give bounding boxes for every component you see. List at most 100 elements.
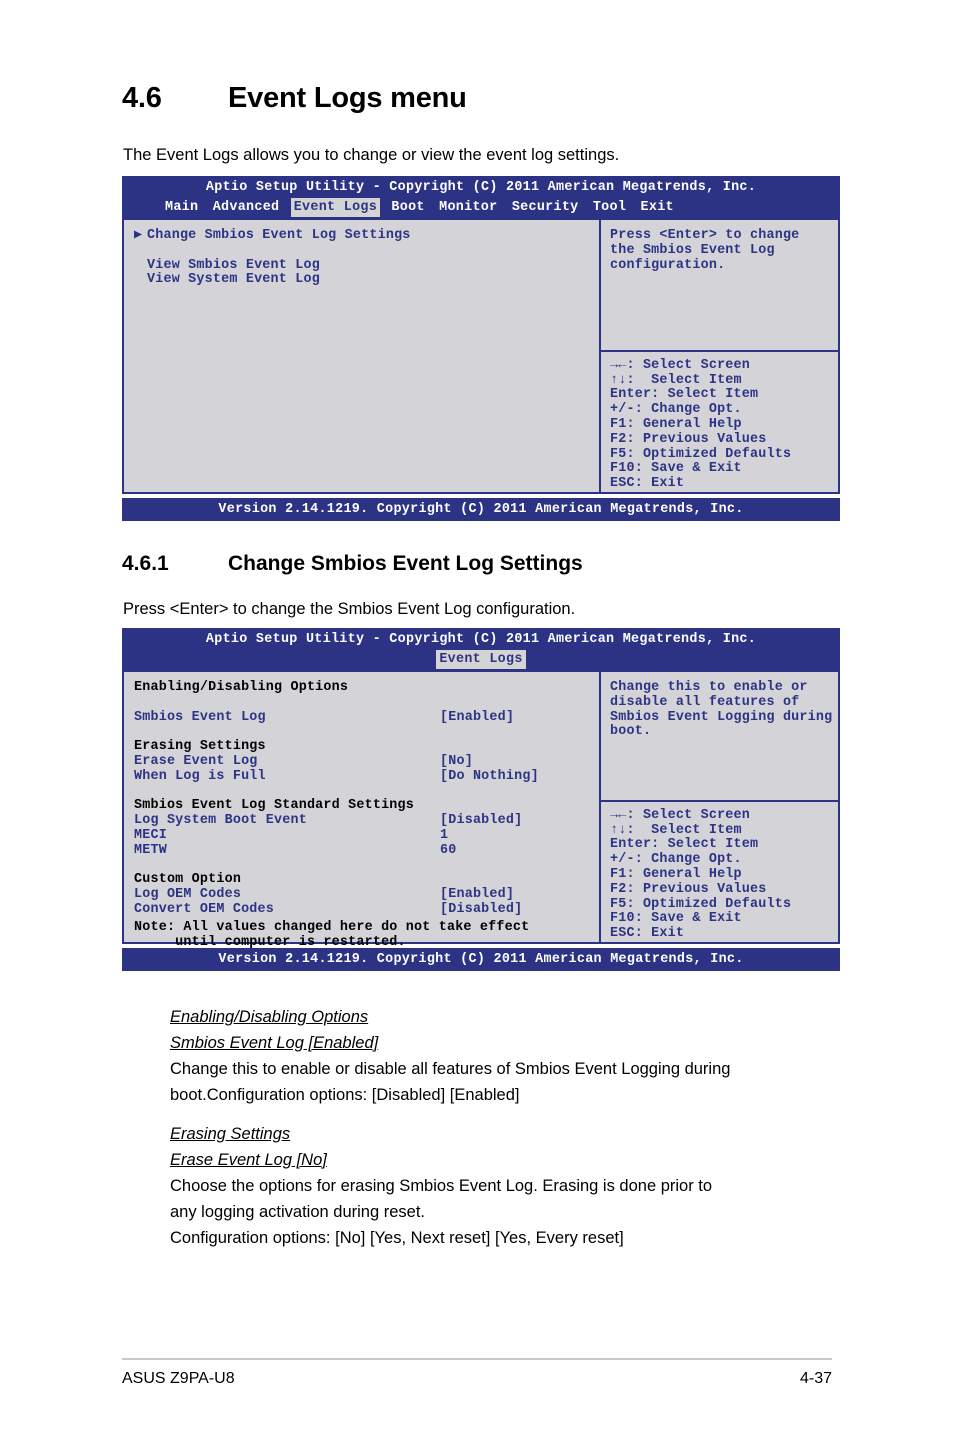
help-line: the Smbios Event Log <box>610 242 775 258</box>
setting-row-log-oem-codes[interactable]: Log OEM Codes [Enabled] <box>134 887 599 903</box>
description-item: Erase Event Log [No] <box>170 1151 327 1169</box>
bios-menu-items: Main Advanced Event Logs Boot Monitor Se… <box>162 198 677 217</box>
setting-row-metw[interactable]: METW 60 <box>134 842 599 859</box>
footer-divider <box>122 1358 832 1360</box>
bios-item-view-smbios-log[interactable]: View Smbios Event Log <box>134 257 599 274</box>
menu-item-main[interactable]: Main <box>162 198 201 217</box>
help-line: Smbios Event Logging during <box>610 709 833 725</box>
nav-key-select-screen: →←: Select Screen <box>610 807 751 823</box>
bios-body: ▶ Change Smbios Event Log Settings View S… <box>122 220 840 494</box>
bios-menu-items: Event Logs <box>122 650 840 669</box>
setting-label: MECI <box>134 827 167 843</box>
nav-key-f2: F2: Previous Values <box>610 881 767 897</box>
setting-value: [No] <box>440 753 473 769</box>
menu-item-event-logs[interactable]: Event Logs <box>290 198 381 217</box>
menu-item-event-logs[interactable]: Event Logs <box>436 650 526 669</box>
setting-label: Log OEM Codes <box>134 887 242 903</box>
description-line: Change this to enable or disable all fea… <box>170 1060 731 1078</box>
group-heading-enabling-disabling: Enabling/Disabling Options <box>134 680 349 695</box>
subsection-number: 4.6.1 <box>122 552 169 575</box>
menu-item-boot[interactable]: Boot <box>388 198 427 217</box>
description-item: Smbios Event Log [Enabled] <box>170 1034 379 1052</box>
nav-key-select-item: ↑↓: Select Item <box>610 372 742 388</box>
setting-value: [Disabled] <box>440 901 523 917</box>
bios-settings-panel: Enabling/Disabling Options Smbios Event … <box>124 672 599 949</box>
setting-row-when-log-is-full[interactable]: When Log is Full [Do Nothing] <box>134 768 599 785</box>
nav-key-enter: Enter: Select Item <box>610 387 759 403</box>
page-title: 4.6 Event Logs menu <box>122 82 467 115</box>
setting-row-meci[interactable]: MECI 1 <box>134 827 599 844</box>
subsection-title: 4.6.1 Change Smbios Event Log Settings <box>122 552 583 576</box>
bios-help-panel: Press <Enter> to change the Smbios Event… <box>599 220 838 492</box>
document-page: 4.6 Event Logs menu The Event Logs allows… <box>0 0 954 1438</box>
nav-key-f10: F10: Save & Exit <box>610 911 742 927</box>
setting-label: Smbios Event Log <box>134 709 266 725</box>
description-heading: Erasing Settings <box>170 1125 291 1143</box>
help-line: disable all features of <box>610 694 800 710</box>
nav-key-select-item: ↑↓: Select Item <box>610 822 742 838</box>
help-line: boot. <box>610 724 652 740</box>
bios-title-bar: Aptio Setup Utility - Copyright (C) 2011… <box>122 176 840 198</box>
nav-key-f5: F5: Optimized Defaults <box>610 896 792 912</box>
menu-item-security[interactable]: Security <box>509 198 582 217</box>
bios-item-label: View Smbios Event Log <box>147 257 320 273</box>
description-erasing-settings: Erasing Settings Erase Event Log [No] Ch… <box>170 1121 860 1251</box>
bios-item-label: Change Smbios Event Log Settings <box>147 228 411 243</box>
submenu-arrow-icon: ▶ <box>134 228 143 243</box>
nav-key-enter: Enter: Select Item <box>610 837 759 853</box>
bios-menu-bar: Main Advanced Event Logs Boot Monitor Se… <box>122 198 840 220</box>
setting-label: Erase Event Log <box>134 753 258 769</box>
bios-blank-row <box>134 244 599 259</box>
setting-row-erase-event-log[interactable]: Erase Event Log [No] <box>134 753 599 770</box>
bios-body: Enabling/Disabling Options Smbios Event … <box>122 672 840 949</box>
description-line: Configuration options: [No] [Yes, Next r… <box>170 1229 624 1247</box>
nav-key-f1: F1: General Help <box>610 417 742 433</box>
group-heading-erasing-settings: Erasing Settings <box>134 739 266 755</box>
bios-menu-bar: Event Logs <box>122 650 840 672</box>
subsection-intro: Press <Enter> to change the Smbios Event… <box>123 600 576 618</box>
nav-key-esc: ESC: Exit <box>610 476 685 492</box>
bios-note-line: until computer is restarted. <box>134 934 406 950</box>
section-intro: The Event Logs allows you to change or v… <box>123 146 620 164</box>
menu-item-exit[interactable]: Exit <box>638 198 677 217</box>
nav-key-f10: F10: Save & Exit <box>610 461 742 477</box>
setting-value: 1 <box>440 827 449 843</box>
subsection-title-text: Change Smbios Event Log Settings <box>228 552 583 575</box>
section-title: Event Logs menu <box>228 82 467 114</box>
menu-item-advanced[interactable]: Advanced <box>210 198 283 217</box>
setting-value: 60 <box>440 842 457 858</box>
nav-key-change-opt: +/-: Change Opt. <box>610 852 742 868</box>
bios-help-text: Press <Enter> to change the Smbios Event… <box>601 220 838 273</box>
description-heading: Enabling/Disabling Options <box>170 1008 369 1026</box>
nav-key-f5: F5: Optimized Defaults <box>610 446 792 462</box>
menu-item-tool[interactable]: Tool <box>590 198 629 217</box>
setting-label: METW <box>134 842 167 858</box>
bios-version-footer: Version 2.14.1219. Copyright (C) 2011 Am… <box>122 948 840 971</box>
section-number: 4.6 <box>122 82 162 114</box>
setting-label: Convert OEM Codes <box>134 901 275 917</box>
setting-row-smbios-event-log[interactable]: Smbios Event Log [Enabled] <box>134 709 599 726</box>
setting-row-convert-oem-codes[interactable]: Convert OEM Codes [Disabled] <box>134 901 599 918</box>
bios-nav-keys: →←: Select Screen ↑↓: Select Item Enter:… <box>601 799 839 942</box>
bios-item-label: View System Event Log <box>147 272 320 288</box>
help-line: Press <Enter> to change <box>610 228 800 243</box>
setting-row-log-system-boot-event[interactable]: Log System Boot Event [Disabled] <box>134 813 599 829</box>
setting-label: When Log is Full <box>134 768 266 784</box>
bios-note-line: Note: All values changed here do not tak… <box>134 919 530 935</box>
bios-title-bar: Aptio Setup Utility - Copyright (C) 2011… <box>122 628 840 650</box>
description-enabling-disabling: Enabling/Disabling Options Smbios Event … <box>170 1004 860 1108</box>
setting-value: [Do Nothing] <box>440 768 539 784</box>
bios-item-change-smbios[interactable]: ▶ Change Smbios Event Log Settings <box>134 228 599 244</box>
bios-screen-change-smbios-settings: Aptio Setup Utility - Copyright (C) 2011… <box>122 628 840 971</box>
nav-key-esc: ESC: Exit <box>610 926 685 942</box>
help-line: configuration. <box>610 257 726 273</box>
row-indent <box>134 273 147 288</box>
setting-label: Log System Boot Event <box>134 813 307 829</box>
bios-help-panel: Change this to enable or disable all fea… <box>599 672 839 942</box>
bios-item-view-system-log[interactable]: View System Event Log <box>134 272 599 288</box>
group-heading-standard-settings: Smbios Event Log Standard Settings <box>134 798 415 814</box>
setting-value: [Enabled] <box>440 709 515 725</box>
bios-blank-row <box>134 859 599 874</box>
setting-value: [Enabled] <box>440 887 515 903</box>
menu-item-monitor[interactable]: Monitor <box>436 198 500 217</box>
